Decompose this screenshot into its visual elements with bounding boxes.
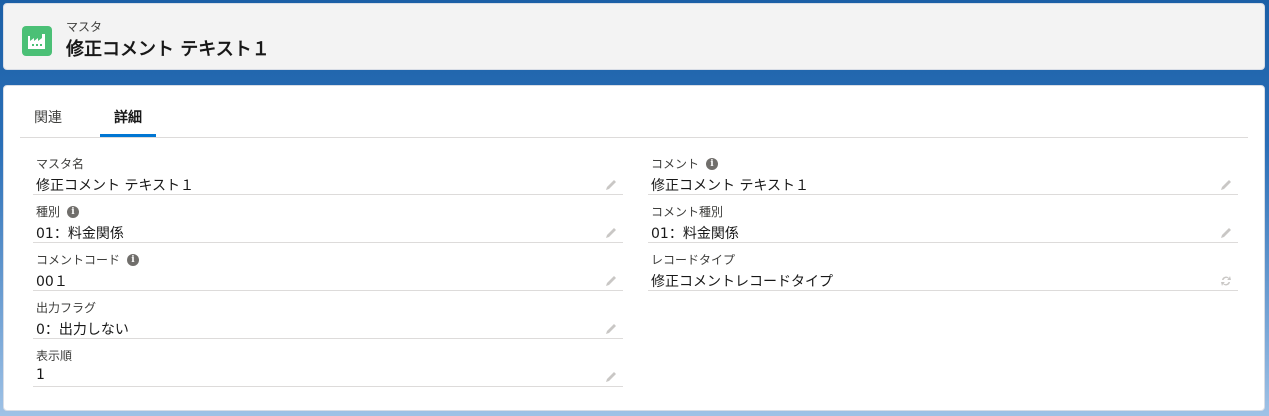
field-label: コメント種別 [651, 205, 724, 219]
field-comment-type: コメント種別 01：料金関係 [648, 196, 1238, 243]
field-comment: コメント i 修正コメント テキスト１ [648, 148, 1238, 195]
object-type-label: マスタ [66, 20, 103, 34]
pencil-icon[interactable] [604, 274, 618, 288]
tab-bar: 関連 詳細 [20, 86, 1248, 138]
pencil-icon[interactable] [1219, 178, 1233, 192]
field-label: コメント [651, 157, 700, 171]
info-icon[interactable]: i [67, 205, 80, 218]
tab-related[interactable]: 関連 [34, 107, 62, 127]
record-header: マスタ 修正コメント テキスト１ [3, 3, 1265, 70]
pencil-icon[interactable] [1219, 226, 1233, 240]
field-record-type: レコードタイプ 修正コメントレコードタイプ [648, 244, 1238, 291]
pencil-icon[interactable] [604, 370, 618, 384]
field-display-order: 表示順 1 [33, 340, 623, 387]
active-tab-indicator [100, 134, 156, 137]
field-value: 01：料金関係 [651, 226, 739, 242]
pencil-icon[interactable] [604, 178, 618, 192]
field-label: レコードタイプ [651, 253, 736, 267]
factory-icon [22, 26, 52, 56]
field-value: 00１ [36, 274, 68, 290]
field-value: 01：料金関係 [36, 226, 124, 242]
field-value: 修正コメント テキスト１ [36, 178, 195, 194]
field-master-name: マスタ名 修正コメント テキスト１ [33, 148, 623, 195]
field-comment-code: コメントコード i 00１ [33, 244, 623, 291]
field-label: 表示順 [36, 349, 73, 363]
tab-details[interactable]: 詳細 [114, 107, 142, 127]
change-record-type-icon[interactable] [1219, 274, 1233, 288]
field-label: 出力フラグ [36, 301, 97, 315]
info-icon[interactable]: i [127, 253, 140, 266]
field-value: 修正コメント テキスト１ [651, 178, 810, 194]
field-label: コメントコード [36, 253, 121, 267]
detail-card: 関連 詳細 マスタ名 修正コメント テキスト１ 種別 i 01：料金関係 コメント… [3, 85, 1265, 411]
field-value: 1 [36, 367, 45, 383]
info-icon[interactable]: i [706, 157, 719, 170]
field-label: 種別 [36, 205, 61, 219]
field-value: 修正コメントレコードタイプ [651, 274, 833, 290]
field-value: 0：出力しない [36, 322, 129, 338]
pencil-icon[interactable] [604, 322, 618, 336]
pencil-icon[interactable] [604, 226, 618, 240]
record-title: 修正コメント テキスト１ [66, 39, 270, 60]
field-type: 種別 i 01：料金関係 [33, 196, 623, 243]
field-label: マスタ名 [36, 157, 85, 171]
field-output-flag: 出力フラグ 0：出力しない [33, 292, 623, 339]
